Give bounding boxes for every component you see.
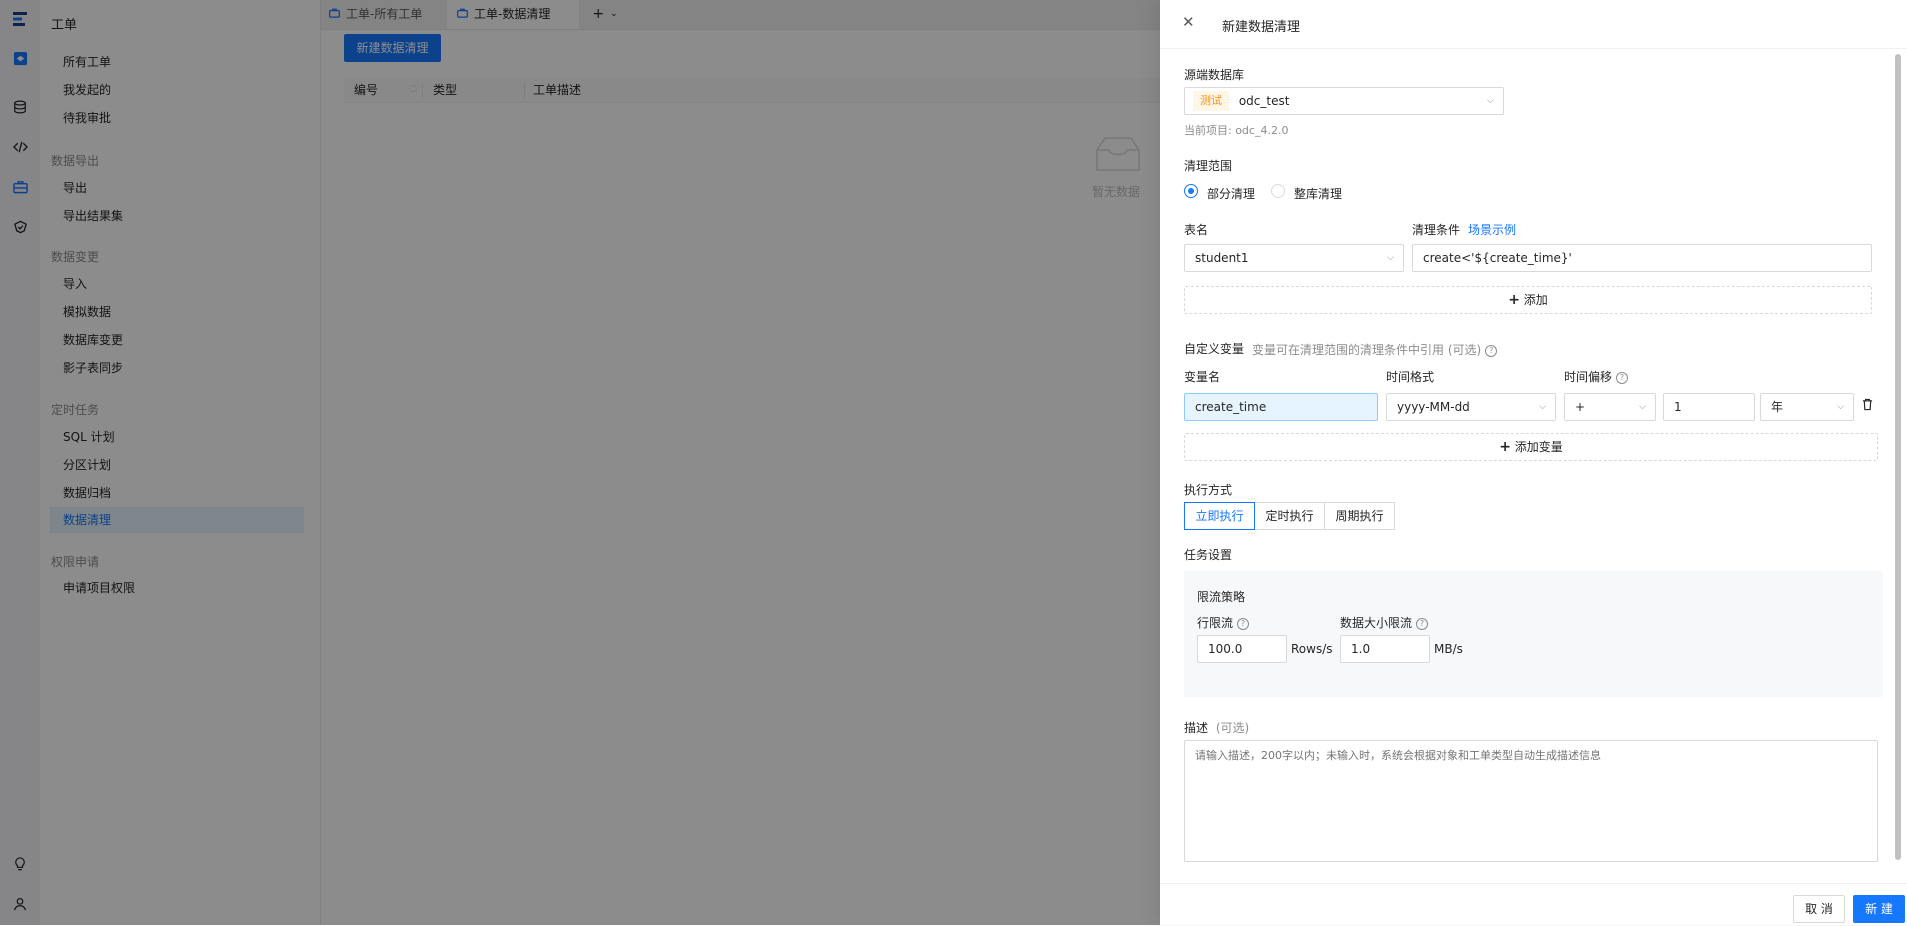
- add-var-label: 添加变量: [1514, 440, 1563, 454]
- drawer-mask[interactable]: [0, 0, 1160, 925]
- scope-partial-radio[interactable]: [1184, 184, 1198, 198]
- time-offset-label-text: 时间偏移: [1564, 370, 1613, 384]
- condition-input[interactable]: create<'${create_time}': [1412, 244, 1872, 272]
- row-limit-label: 行限流?: [1197, 614, 1250, 631]
- table-name-label: 表名: [1184, 223, 1209, 237]
- help-icon[interactable]: ?: [1485, 345, 1498, 357]
- condition-label: 清理条件: [1412, 223, 1461, 237]
- scope-all-label[interactable]: 整库清理: [1294, 185, 1342, 202]
- size-limit-input[interactable]: 1.0: [1340, 635, 1430, 663]
- row-limit-label-text: 行限流: [1197, 616, 1234, 630]
- help-icon[interactable]: ?: [1416, 618, 1429, 630]
- help-icon[interactable]: ?: [1237, 618, 1250, 630]
- time-format-value: yyyy-MM-dd: [1397, 400, 1470, 414]
- add-label: 添加: [1523, 293, 1548, 307]
- desc-label: 描述 (可选): [1184, 719, 1249, 736]
- table-value: student1: [1195, 251, 1249, 265]
- cancel-button[interactable]: 取 消: [1793, 895, 1845, 923]
- desc-label-text: 描述: [1184, 721, 1209, 735]
- description-textarea[interactable]: [1184, 740, 1878, 862]
- source-db-label: 源端数据库: [1184, 68, 1245, 82]
- drawer-header: ✕ 新建数据清理: [1160, 0, 1907, 49]
- chevron-down-icon: ⌵: [1639, 402, 1646, 412]
- scope-partial-label[interactable]: 部分清理: [1207, 185, 1255, 202]
- chevron-down-icon: ⌵: [1837, 402, 1844, 412]
- custom-var-hint-text: 变量可在清理范围的清理条件中引用 (可选): [1252, 343, 1482, 357]
- scope-label: 清理范围: [1184, 159, 1233, 173]
- env-tag: 测试: [1193, 91, 1229, 111]
- add-variable-button[interactable]: + 添加变量: [1184, 433, 1878, 461]
- task-settings-label: 任务设置: [1184, 548, 1233, 562]
- time-format-label: 时间格式: [1386, 370, 1435, 384]
- plus-icon: +: [1508, 292, 1520, 308]
- offset-sign-select[interactable]: + ⌵: [1564, 393, 1656, 421]
- var-name-input[interactable]: create_time: [1184, 393, 1378, 421]
- trash-icon[interactable]: [1862, 398, 1873, 414]
- drawer-footer: 取 消 新 建: [1160, 883, 1907, 926]
- size-limit-label: 数据大小限流?: [1340, 614, 1429, 631]
- exec-label: 执行方式: [1184, 483, 1233, 497]
- source-db-value: odc_test: [1238, 94, 1290, 108]
- chevron-down-icon: ⌵: [1387, 253, 1394, 263]
- custom-var-hint: 变量可在清理范围的清理条件中引用 (可选)?: [1252, 341, 1498, 358]
- source-db-select[interactable]: 测试 odc_test ⌵: [1184, 87, 1504, 115]
- submit-button[interactable]: 新 建: [1853, 895, 1905, 923]
- new-data-cleanup-drawer: ✕ 新建数据清理 源端数据库 测试 odc_test ⌵ 当前项目: odc_4…: [1160, 0, 1907, 925]
- row-limit-unit: Rows/s: [1291, 642, 1333, 656]
- offset-unit-select[interactable]: 年 ⌵: [1760, 393, 1854, 421]
- close-icon[interactable]: ✕: [1182, 13, 1195, 31]
- exec-periodic-button[interactable]: 周期执行: [1324, 502, 1395, 530]
- table-select[interactable]: student1 ⌵: [1184, 244, 1404, 272]
- chevron-down-icon: ⌵: [1487, 96, 1494, 106]
- offset-unit-value: 年: [1771, 400, 1784, 414]
- row-limit-input[interactable]: 100.0: [1197, 635, 1287, 663]
- chevron-down-icon: ⌵: [1539, 402, 1546, 412]
- var-name-label: 变量名: [1184, 370, 1221, 384]
- throttle-label: 限流策略: [1197, 590, 1246, 604]
- time-offset-label: 时间偏移?: [1564, 368, 1629, 385]
- task-settings-panel: [1184, 571, 1883, 697]
- exec-scheduled-button[interactable]: 定时执行: [1254, 502, 1325, 530]
- add-table-button[interactable]: + 添加: [1184, 286, 1872, 314]
- time-format-select[interactable]: yyyy-MM-dd ⌵: [1386, 393, 1556, 421]
- scope-all-radio[interactable]: [1271, 184, 1285, 198]
- plus-icon: +: [1499, 439, 1511, 455]
- current-project: 当前项目: odc_4.2.0: [1184, 124, 1289, 137]
- drawer-scrollbar[interactable]: [1895, 54, 1901, 860]
- help-icon[interactable]: ?: [1616, 372, 1629, 384]
- size-limit-unit: MB/s: [1434, 642, 1463, 656]
- size-limit-label-text: 数据大小限流: [1340, 616, 1413, 630]
- exec-immediate-button[interactable]: 立即执行: [1184, 502, 1255, 530]
- offset-sign-value: +: [1575, 400, 1586, 414]
- drawer-title: 新建数据清理: [1222, 20, 1301, 35]
- custom-var-label: 自定义变量: [1184, 342, 1245, 356]
- desc-optional: (可选): [1215, 721, 1250, 735]
- example-link[interactable]: 场景示例: [1468, 221, 1516, 238]
- offset-value-input[interactable]: 1: [1663, 393, 1755, 421]
